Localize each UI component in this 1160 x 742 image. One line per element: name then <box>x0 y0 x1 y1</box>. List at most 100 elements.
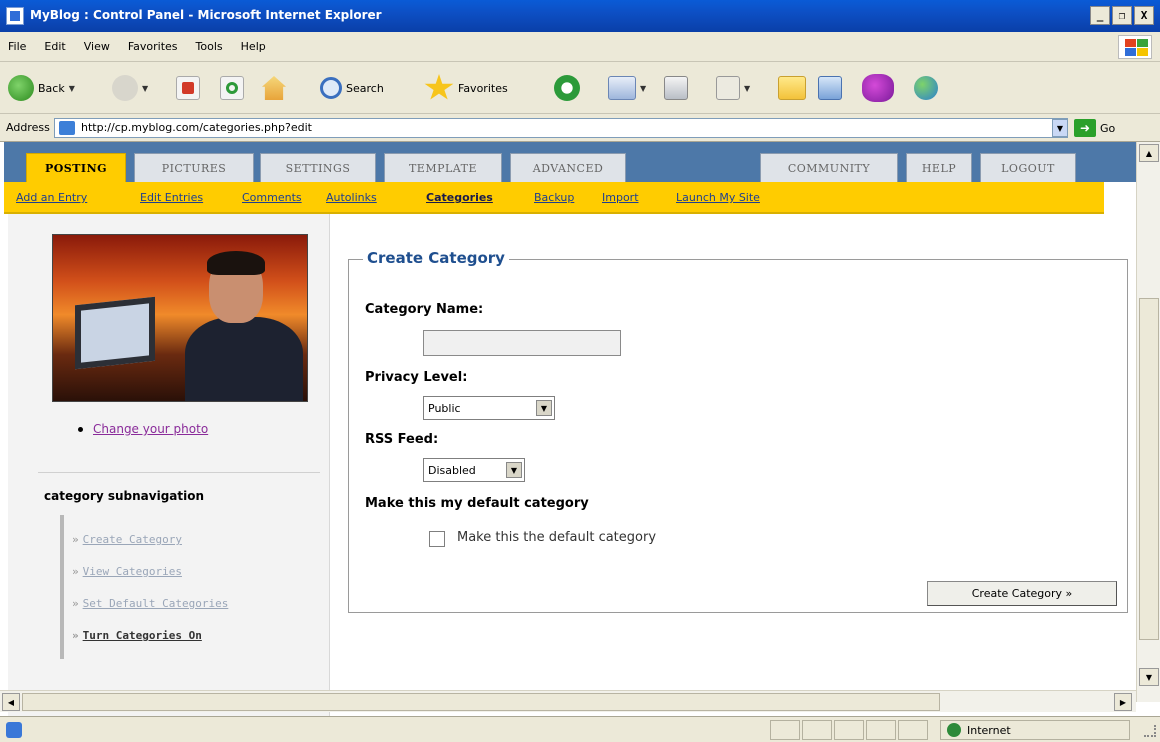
msn-button[interactable] <box>914 74 938 102</box>
window-title-bar: MyBlog : Control Panel - Microsoft Inter… <box>0 0 1160 32</box>
maximize-button[interactable]: ❐ <box>1112 6 1132 25</box>
scroll-down-button[interactable]: ▼ <box>1139 668 1159 686</box>
status-bar: Internet <box>0 716 1160 742</box>
internet-globe-icon <box>947 723 961 737</box>
go-button[interactable]: ➜ Go <box>1074 118 1115 138</box>
default-category-heading: Make this my default category <box>365 496 589 511</box>
back-dropdown-icon[interactable]: ▼ <box>69 84 75 93</box>
category-name-label: Category Name: <box>365 302 484 317</box>
history-button[interactable] <box>554 74 580 102</box>
menu-tools[interactable]: Tools <box>196 40 223 53</box>
minimize-button[interactable]: _ <box>1090 6 1110 25</box>
forward-button[interactable]: ▼ <box>112 74 148 102</box>
tab-posting[interactable]: POSTING <box>26 153 126 182</box>
horizontal-scrollbar[interactable]: ◀ ▶ <box>0 690 1136 712</box>
tab-pictures[interactable]: PICTURES <box>134 153 254 182</box>
default-category-checkbox-label[interactable]: Make this the default category <box>457 530 656 545</box>
forward-dropdown-icon[interactable]: ▼ <box>142 84 148 93</box>
ie-window-icon[interactable] <box>6 7 24 25</box>
stop-icon <box>176 76 200 100</box>
subnav-autolinks[interactable]: Autolinks <box>326 191 377 204</box>
create-category-button[interactable]: Create Category » <box>927 581 1117 606</box>
messenger-button[interactable] <box>862 74 894 102</box>
scroll-left-button[interactable]: ◀ <box>2 693 20 711</box>
msn-buddies-icon <box>914 76 938 100</box>
edit-button[interactable]: ▼ <box>716 74 750 102</box>
rss-feed-label: RSS Feed: <box>365 432 439 447</box>
mail-dropdown-icon[interactable]: ▼ <box>640 84 646 93</box>
folder-button[interactable] <box>778 74 806 102</box>
menu-help[interactable]: Help <box>241 40 266 53</box>
menu-favorites[interactable]: Favorites <box>128 40 178 53</box>
rss-feed-select[interactable]: Disabled ▼ <box>423 458 525 482</box>
edit-page-icon <box>716 76 740 100</box>
vertical-scroll-thumb[interactable] <box>1139 298 1159 640</box>
resize-grip-icon[interactable] <box>1144 725 1156 737</box>
subnav-edit-entries[interactable]: Edit Entries <box>140 191 203 204</box>
tab-advanced[interactable]: ADVANCED <box>510 153 626 182</box>
home-button[interactable] <box>262 74 286 102</box>
subnav-create-category[interactable]: » Create Category <box>72 533 182 546</box>
print-button[interactable] <box>664 74 688 102</box>
menu-items: File Edit View Favorites Tools Help <box>8 40 266 53</box>
subnav-view-categories[interactable]: » View Categories <box>72 565 182 578</box>
tab-community[interactable]: COMMUNITY <box>760 153 898 182</box>
address-dropdown-icon[interactable]: ▼ <box>1052 119 1068 137</box>
research-button[interactable] <box>818 74 842 102</box>
privacy-level-select[interactable]: Public ▼ <box>423 396 555 420</box>
scroll-up-button[interactable]: ▲ <box>1139 144 1159 162</box>
zone-label: Internet <box>967 723 1011 737</box>
address-input[interactable]: http://cp.myblog.com/categories.php?edit <box>54 118 1068 138</box>
print-icon <box>664 76 688 100</box>
address-bar: Address http://cp.myblog.com/categories.… <box>0 114 1160 142</box>
main-tab-strip: POSTING PICTURES SETTINGS TEMPLATE ADVAN… <box>4 142 1136 182</box>
default-category-checkbox[interactable] <box>429 531 445 547</box>
edit-dropdown-icon[interactable]: ▼ <box>744 84 750 93</box>
vertical-scrollbar[interactable]: ▲ ▼ <box>1136 142 1160 702</box>
address-url: http://cp.myblog.com/categories.php?edit <box>81 121 312 134</box>
subnav-set-default-categories[interactable]: » Set Default Categories <box>72 597 228 610</box>
mail-button[interactable]: ▼ <box>608 74 646 102</box>
security-zone[interactable]: Internet <box>940 720 1130 740</box>
menu-file[interactable]: File <box>8 40 26 53</box>
subnav-backup[interactable]: Backup <box>534 191 574 204</box>
tab-settings[interactable]: SETTINGS <box>260 153 376 182</box>
page-icon <box>59 121 75 135</box>
window-title: MyBlog : Control Panel - Microsoft Inter… <box>30 8 382 22</box>
back-label: Back <box>38 81 65 95</box>
search-icon <box>320 77 342 99</box>
mail-icon <box>608 76 636 100</box>
category-name-input[interactable] <box>423 330 621 356</box>
favorites-label: Favorites <box>458 81 508 95</box>
form-legend: Create Category <box>363 249 509 267</box>
page-status-icon <box>6 722 22 738</box>
horizontal-scroll-thumb[interactable] <box>22 693 940 711</box>
subnav-turn-categories-on[interactable]: » Turn Categories On <box>72 629 202 642</box>
folder-icon <box>778 76 806 100</box>
back-button[interactable]: Back ▼ <box>8 74 75 102</box>
stop-button[interactable] <box>176 74 200 102</box>
favorites-button[interactable]: Favorites <box>424 74 508 102</box>
tab-template[interactable]: TEMPLATE <box>384 153 502 182</box>
close-button[interactable]: X <box>1134 6 1154 25</box>
address-label: Address <box>6 121 50 134</box>
tab-logout[interactable]: LOGOUT <box>980 153 1076 182</box>
messenger-icon <box>862 74 894 102</box>
subnav-launch-site[interactable]: Launch My Site <box>676 191 760 204</box>
bullet-icon <box>78 427 83 432</box>
scroll-right-button[interactable]: ▶ <box>1114 693 1132 711</box>
subnav-categories[interactable]: Categories <box>426 191 493 204</box>
subnav-add-entry[interactable]: Add an Entry <box>16 191 87 204</box>
refresh-button[interactable] <box>220 74 244 102</box>
menu-edit[interactable]: Edit <box>44 40 65 53</box>
photo-person <box>185 251 303 401</box>
left-sidebar: Change your photo category subnavigation… <box>8 214 330 716</box>
change-photo-link[interactable]: Change your photo <box>93 422 208 436</box>
subnav-comments[interactable]: Comments <box>242 191 302 204</box>
search-button[interactable]: Search <box>320 74 384 102</box>
windows-logo-icon <box>1118 35 1152 59</box>
page-viewport: POSTING PICTURES SETTINGS TEMPLATE ADVAN… <box>0 142 1160 716</box>
subnav-import[interactable]: Import <box>602 191 639 204</box>
tab-help[interactable]: HELP <box>906 153 972 182</box>
menu-view[interactable]: View <box>84 40 110 53</box>
